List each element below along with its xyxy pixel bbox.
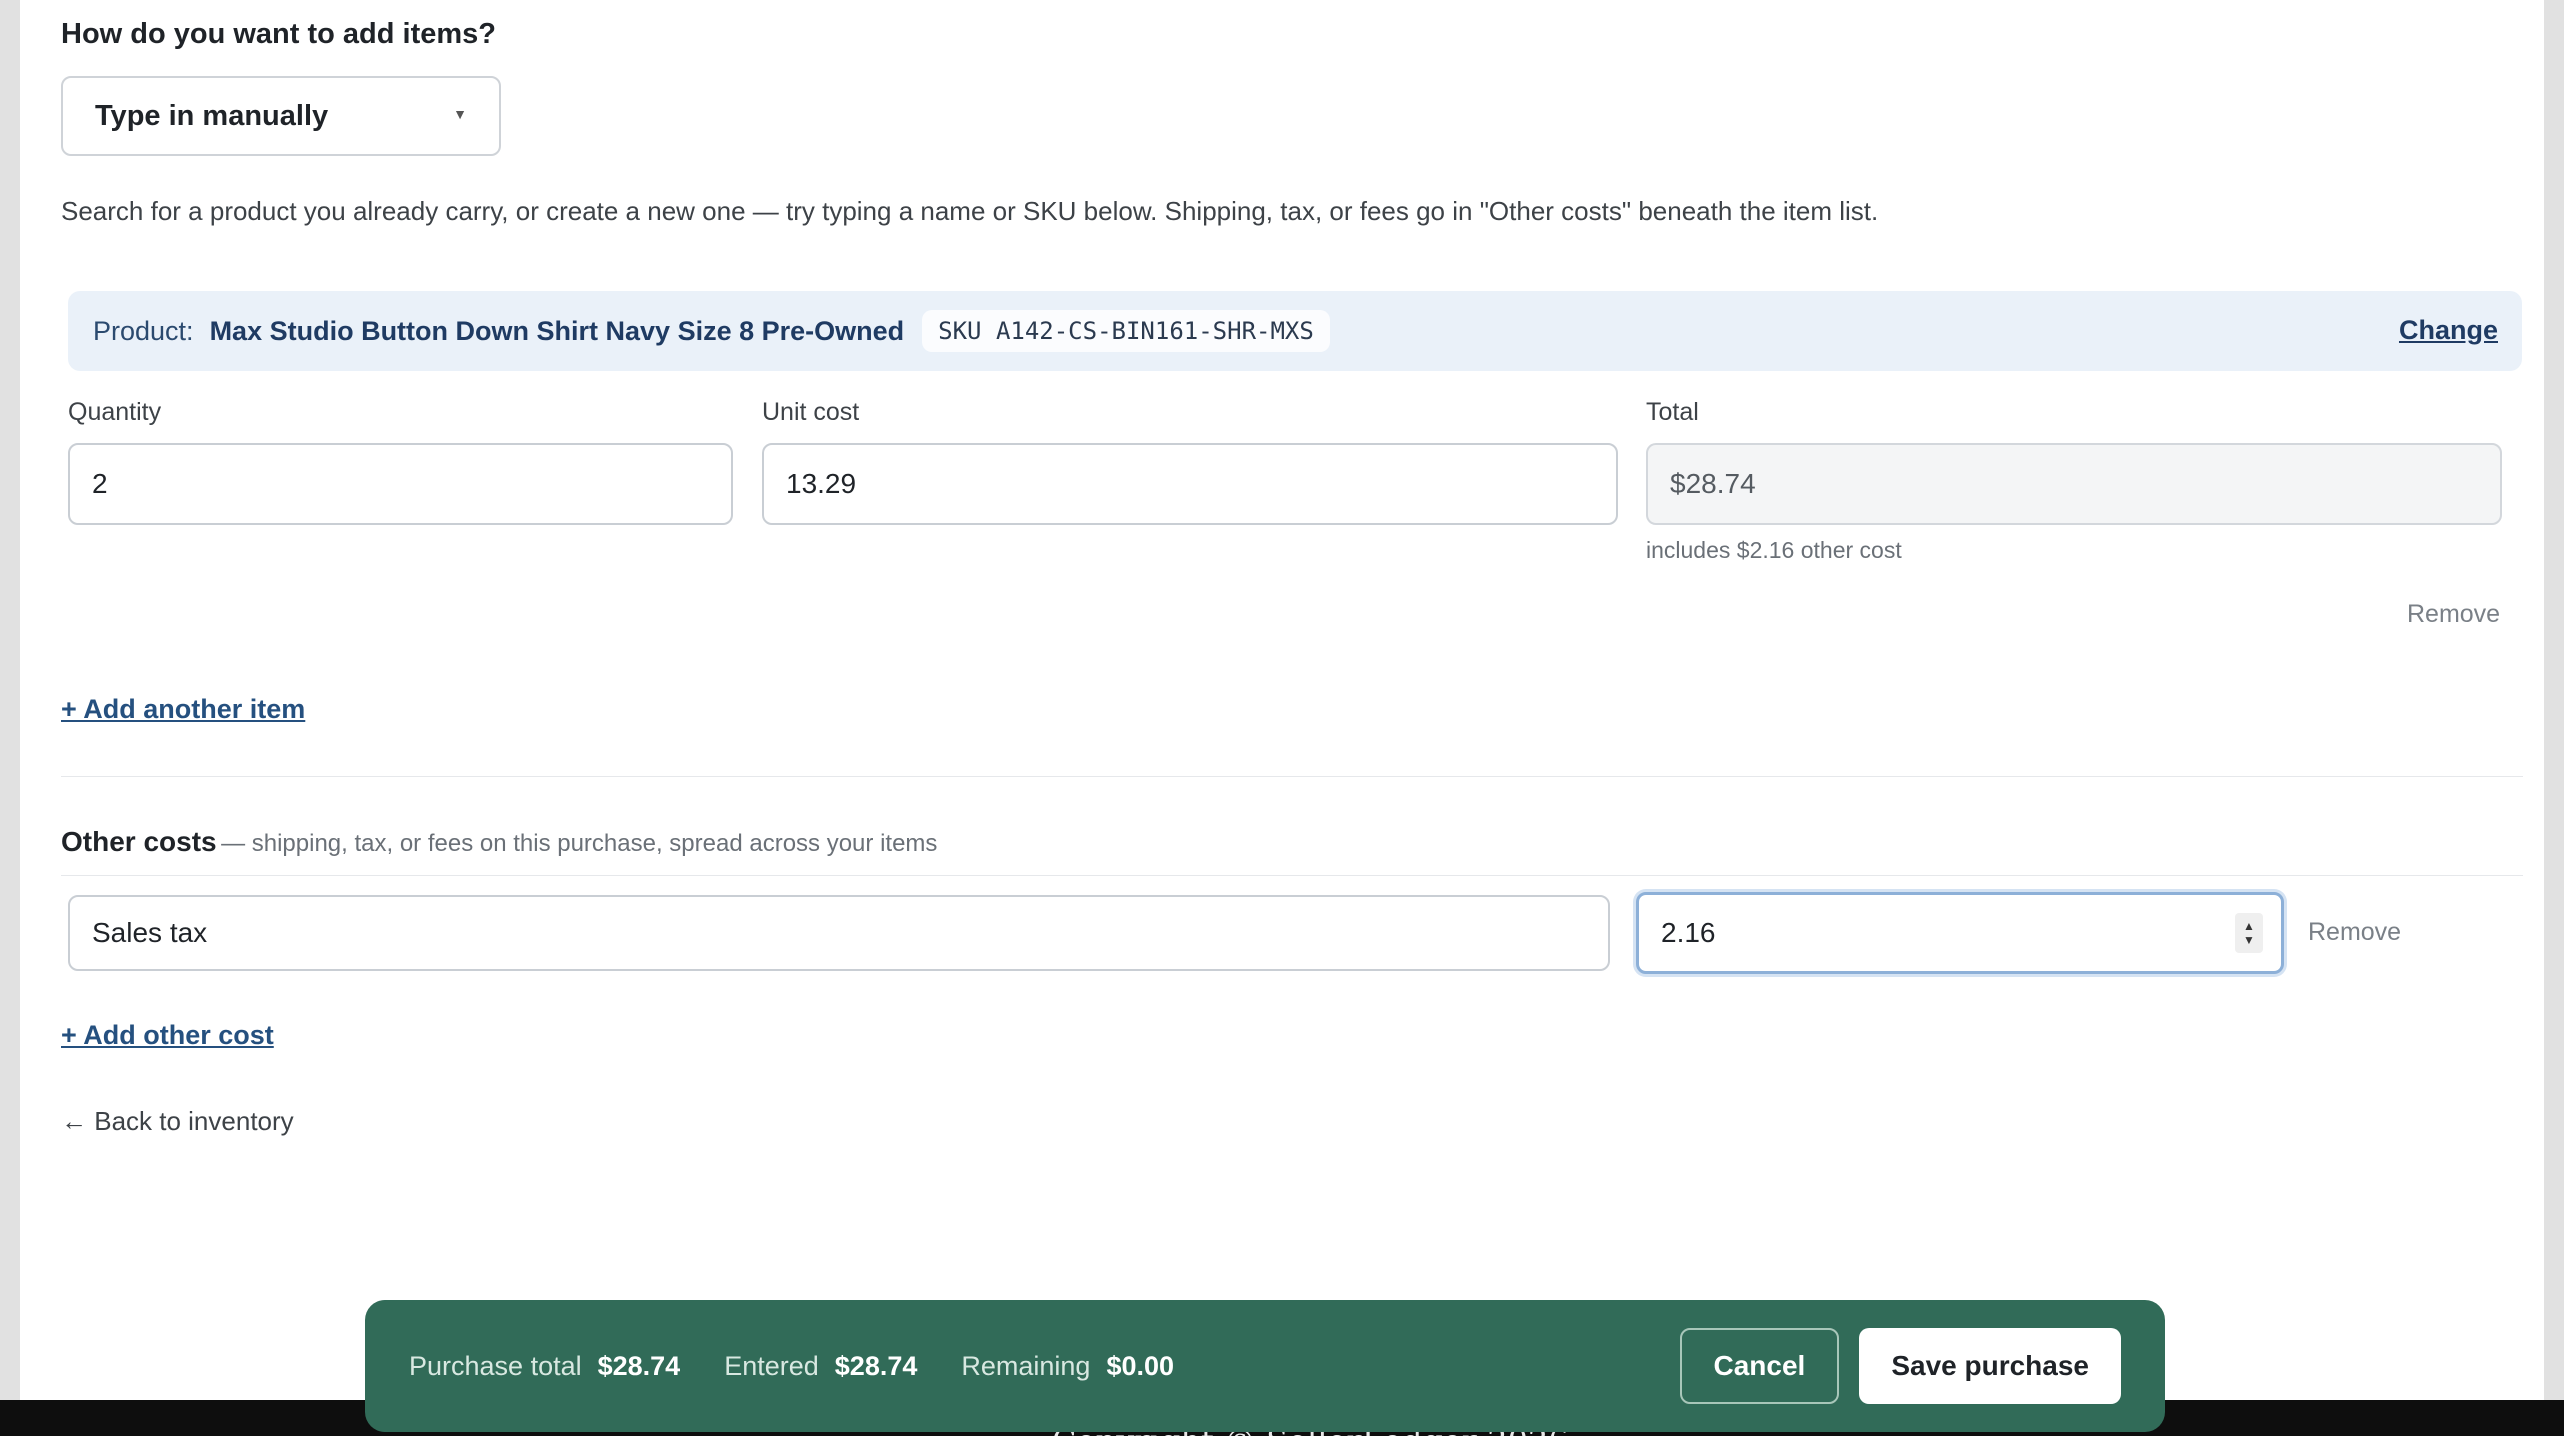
other-costs-description: — shipping, tax, or fees on this purchas… xyxy=(221,830,938,857)
quantity-value: 2 xyxy=(92,468,108,499)
purchase-total-value: $28.74 xyxy=(597,1350,681,1381)
remaining-stat: Remaining $0.00 xyxy=(961,1351,1174,1382)
cancel-button[interactable]: Cancel xyxy=(1679,1328,1840,1404)
unit-cost-value: 13.29 xyxy=(786,468,857,499)
remaining-label: Remaining xyxy=(961,1350,1091,1381)
add-other-cost-link[interactable]: + Add other cost xyxy=(61,1020,274,1051)
purchase-total-stat: Purchase total $28.74 xyxy=(409,1351,680,1382)
purchase-form-page: How do you want to add items? Type in ma… xyxy=(20,0,2544,1400)
other-cost-amount-input[interactable]: 2.16 ▲ ▼ xyxy=(1636,892,2284,974)
unit-cost-input[interactable]: 13.29 xyxy=(762,443,1618,525)
quantity-label: Quantity xyxy=(68,398,162,426)
product-name: Max Studio Button Down Shirt Navy Size 8… xyxy=(209,315,905,346)
total-value: $28.74 xyxy=(1670,468,1756,499)
save-purchase-button[interactable]: Save purchase xyxy=(1859,1328,2121,1404)
total-field: $28.74 xyxy=(1646,443,2502,525)
remaining-value: $0.00 xyxy=(1106,1350,1175,1381)
add-method-selected-value: Type in manually xyxy=(95,99,329,132)
other-costs-divider xyxy=(61,875,2523,876)
number-stepper-icon[interactable]: ▲ ▼ xyxy=(2235,913,2263,953)
chevron-down-icon: ▼ xyxy=(453,106,467,122)
purchase-total-label: Purchase total xyxy=(409,1350,582,1381)
add-method-select[interactable]: Type in manually ▼ xyxy=(61,76,501,156)
unit-cost-label: Unit cost xyxy=(762,398,860,426)
total-label: Total xyxy=(1646,398,1699,426)
entered-value: $28.74 xyxy=(834,1350,918,1381)
other-costs-heading: Other costs — shipping, tax, or fees on … xyxy=(61,826,937,858)
quantity-input[interactable]: 2 xyxy=(68,443,733,525)
section-divider xyxy=(61,776,2523,777)
remove-item-link[interactable]: Remove xyxy=(2407,600,2500,629)
remove-other-cost-link[interactable]: Remove xyxy=(2308,918,2401,947)
entered-stat: Entered $28.74 xyxy=(724,1351,917,1382)
total-note: includes $2.16 other cost xyxy=(1646,537,1902,563)
add-method-question: How do you want to add items? xyxy=(61,18,496,50)
sku-badge: SKU A142-CS-BIN161-SHR-MXS xyxy=(922,310,1330,352)
back-to-inventory-link[interactable]: ← Back to inventory xyxy=(61,1106,294,1137)
product-label: Product: xyxy=(93,315,194,346)
entered-label: Entered xyxy=(724,1350,819,1381)
helper-text: Search for a product you already carry, … xyxy=(61,196,1879,226)
other-costs-title: Other costs xyxy=(61,826,217,857)
purchase-summary-bar: Purchase total $28.74 Entered $28.74 Remai… xyxy=(365,1300,2165,1432)
other-cost-name-value: Sales tax xyxy=(92,917,208,948)
other-cost-name-input[interactable]: Sales tax xyxy=(68,895,1610,971)
add-another-item-link[interactable]: + Add another item xyxy=(61,694,305,725)
other-cost-amount-value: 2.16 xyxy=(1661,917,1716,948)
product-banner: Product: Max Studio Button Down Shirt Na… xyxy=(68,291,2522,371)
change-product-link[interactable]: Change xyxy=(2399,315,2498,346)
